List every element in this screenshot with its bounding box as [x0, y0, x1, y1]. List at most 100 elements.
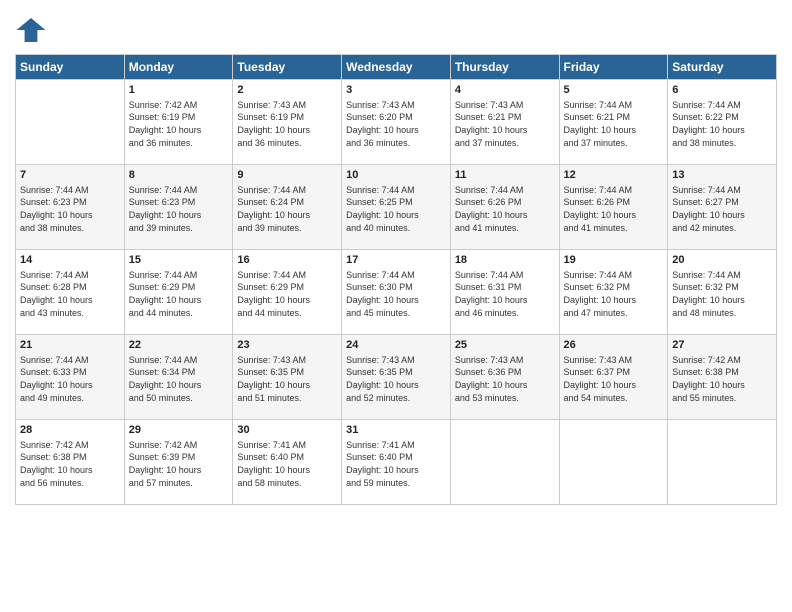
day-info: Sunrise: 7:43 AMSunset: 6:35 PMDaylight:… — [237, 354, 337, 404]
day-info: Sunrise: 7:44 AMSunset: 6:23 PMDaylight:… — [20, 184, 120, 234]
day-number: 27 — [672, 338, 772, 353]
weekday-header-saturday: Saturday — [668, 55, 777, 80]
calendar-cell: 28Sunrise: 7:42 AMSunset: 6:38 PMDayligh… — [16, 420, 125, 505]
day-number: 6 — [672, 83, 772, 98]
calendar-cell: 3Sunrise: 7:43 AMSunset: 6:20 PMDaylight… — [342, 80, 451, 165]
day-info: Sunrise: 7:44 AMSunset: 6:32 PMDaylight:… — [564, 269, 664, 319]
day-number: 2 — [237, 83, 337, 98]
day-info: Sunrise: 7:43 AMSunset: 6:37 PMDaylight:… — [564, 354, 664, 404]
day-number: 4 — [455, 83, 555, 98]
day-number: 17 — [346, 253, 446, 268]
logo-icon — [15, 14, 47, 46]
calendar-cell: 27Sunrise: 7:42 AMSunset: 6:38 PMDayligh… — [668, 335, 777, 420]
calendar-page: SundayMondayTuesdayWednesdayThursdayFrid… — [0, 0, 792, 612]
day-number: 14 — [20, 253, 120, 268]
day-info: Sunrise: 7:44 AMSunset: 6:29 PMDaylight:… — [129, 269, 229, 319]
calendar-cell: 21Sunrise: 7:44 AMSunset: 6:33 PMDayligh… — [16, 335, 125, 420]
day-info: Sunrise: 7:44 AMSunset: 6:28 PMDaylight:… — [20, 269, 120, 319]
day-number: 29 — [129, 423, 229, 438]
calendar-cell: 20Sunrise: 7:44 AMSunset: 6:32 PMDayligh… — [668, 250, 777, 335]
day-info: Sunrise: 7:43 AMSunset: 6:20 PMDaylight:… — [346, 99, 446, 149]
calendar-cell: 9Sunrise: 7:44 AMSunset: 6:24 PMDaylight… — [233, 165, 342, 250]
calendar-cell: 6Sunrise: 7:44 AMSunset: 6:22 PMDaylight… — [668, 80, 777, 165]
calendar-week-4: 21Sunrise: 7:44 AMSunset: 6:33 PMDayligh… — [16, 335, 777, 420]
day-number: 3 — [346, 83, 446, 98]
calendar-cell — [16, 80, 125, 165]
day-info: Sunrise: 7:42 AMSunset: 6:38 PMDaylight:… — [672, 354, 772, 404]
calendar-cell: 18Sunrise: 7:44 AMSunset: 6:31 PMDayligh… — [450, 250, 559, 335]
day-info: Sunrise: 7:44 AMSunset: 6:29 PMDaylight:… — [237, 269, 337, 319]
day-number: 22 — [129, 338, 229, 353]
day-number: 11 — [455, 168, 555, 183]
day-info: Sunrise: 7:42 AMSunset: 6:19 PMDaylight:… — [129, 99, 229, 149]
day-number: 21 — [20, 338, 120, 353]
day-info: Sunrise: 7:42 AMSunset: 6:38 PMDaylight:… — [20, 439, 120, 489]
day-number: 30 — [237, 423, 337, 438]
calendar-week-2: 7Sunrise: 7:44 AMSunset: 6:23 PMDaylight… — [16, 165, 777, 250]
day-number: 25 — [455, 338, 555, 353]
calendar-cell: 8Sunrise: 7:44 AMSunset: 6:23 PMDaylight… — [124, 165, 233, 250]
calendar-cell: 15Sunrise: 7:44 AMSunset: 6:29 PMDayligh… — [124, 250, 233, 335]
calendar-cell: 16Sunrise: 7:44 AMSunset: 6:29 PMDayligh… — [233, 250, 342, 335]
day-info: Sunrise: 7:43 AMSunset: 6:35 PMDaylight:… — [346, 354, 446, 404]
calendar-cell: 1Sunrise: 7:42 AMSunset: 6:19 PMDaylight… — [124, 80, 233, 165]
calendar-cell: 19Sunrise: 7:44 AMSunset: 6:32 PMDayligh… — [559, 250, 668, 335]
day-info: Sunrise: 7:44 AMSunset: 6:22 PMDaylight:… — [672, 99, 772, 149]
day-number: 16 — [237, 253, 337, 268]
calendar-week-3: 14Sunrise: 7:44 AMSunset: 6:28 PMDayligh… — [16, 250, 777, 335]
calendar-cell: 2Sunrise: 7:43 AMSunset: 6:19 PMDaylight… — [233, 80, 342, 165]
weekday-header-monday: Monday — [124, 55, 233, 80]
calendar-cell — [450, 420, 559, 505]
day-number: 18 — [455, 253, 555, 268]
day-number: 12 — [564, 168, 664, 183]
day-info: Sunrise: 7:41 AMSunset: 6:40 PMDaylight:… — [346, 439, 446, 489]
day-number: 8 — [129, 168, 229, 183]
day-info: Sunrise: 7:44 AMSunset: 6:34 PMDaylight:… — [129, 354, 229, 404]
day-number: 9 — [237, 168, 337, 183]
day-number: 7 — [20, 168, 120, 183]
day-number: 5 — [564, 83, 664, 98]
day-info: Sunrise: 7:44 AMSunset: 6:25 PMDaylight:… — [346, 184, 446, 234]
day-number: 23 — [237, 338, 337, 353]
calendar-cell: 23Sunrise: 7:43 AMSunset: 6:35 PMDayligh… — [233, 335, 342, 420]
day-info: Sunrise: 7:44 AMSunset: 6:27 PMDaylight:… — [672, 184, 772, 234]
day-info: Sunrise: 7:42 AMSunset: 6:39 PMDaylight:… — [129, 439, 229, 489]
calendar-cell: 31Sunrise: 7:41 AMSunset: 6:40 PMDayligh… — [342, 420, 451, 505]
day-number: 19 — [564, 253, 664, 268]
day-number: 15 — [129, 253, 229, 268]
day-info: Sunrise: 7:44 AMSunset: 6:33 PMDaylight:… — [20, 354, 120, 404]
calendar-cell — [559, 420, 668, 505]
calendar-cell: 10Sunrise: 7:44 AMSunset: 6:25 PMDayligh… — [342, 165, 451, 250]
weekday-header-thursday: Thursday — [450, 55, 559, 80]
calendar-cell: 14Sunrise: 7:44 AMSunset: 6:28 PMDayligh… — [16, 250, 125, 335]
day-number: 10 — [346, 168, 446, 183]
calendar-week-5: 28Sunrise: 7:42 AMSunset: 6:38 PMDayligh… — [16, 420, 777, 505]
calendar-week-1: 1Sunrise: 7:42 AMSunset: 6:19 PMDaylight… — [16, 80, 777, 165]
day-info: Sunrise: 7:41 AMSunset: 6:40 PMDaylight:… — [237, 439, 337, 489]
weekday-header-sunday: Sunday — [16, 55, 125, 80]
day-info: Sunrise: 7:44 AMSunset: 6:26 PMDaylight:… — [455, 184, 555, 234]
day-number: 28 — [20, 423, 120, 438]
calendar-cell: 25Sunrise: 7:43 AMSunset: 6:36 PMDayligh… — [450, 335, 559, 420]
day-info: Sunrise: 7:44 AMSunset: 6:26 PMDaylight:… — [564, 184, 664, 234]
day-number: 20 — [672, 253, 772, 268]
day-info: Sunrise: 7:43 AMSunset: 6:36 PMDaylight:… — [455, 354, 555, 404]
logo — [15, 14, 51, 46]
day-info: Sunrise: 7:44 AMSunset: 6:23 PMDaylight:… — [129, 184, 229, 234]
calendar-table: SundayMondayTuesdayWednesdayThursdayFrid… — [15, 54, 777, 505]
day-number: 13 — [672, 168, 772, 183]
day-info: Sunrise: 7:43 AMSunset: 6:19 PMDaylight:… — [237, 99, 337, 149]
calendar-body: 1Sunrise: 7:42 AMSunset: 6:19 PMDaylight… — [16, 80, 777, 505]
weekday-header-tuesday: Tuesday — [233, 55, 342, 80]
calendar-cell: 4Sunrise: 7:43 AMSunset: 6:21 PMDaylight… — [450, 80, 559, 165]
calendar-cell: 12Sunrise: 7:44 AMSunset: 6:26 PMDayligh… — [559, 165, 668, 250]
day-number: 1 — [129, 83, 229, 98]
calendar-cell: 24Sunrise: 7:43 AMSunset: 6:35 PMDayligh… — [342, 335, 451, 420]
weekday-header-friday: Friday — [559, 55, 668, 80]
calendar-cell: 7Sunrise: 7:44 AMSunset: 6:23 PMDaylight… — [16, 165, 125, 250]
calendar-cell: 13Sunrise: 7:44 AMSunset: 6:27 PMDayligh… — [668, 165, 777, 250]
day-info: Sunrise: 7:44 AMSunset: 6:21 PMDaylight:… — [564, 99, 664, 149]
weekday-header-row: SundayMondayTuesdayWednesdayThursdayFrid… — [16, 55, 777, 80]
day-info: Sunrise: 7:44 AMSunset: 6:32 PMDaylight:… — [672, 269, 772, 319]
day-number: 24 — [346, 338, 446, 353]
